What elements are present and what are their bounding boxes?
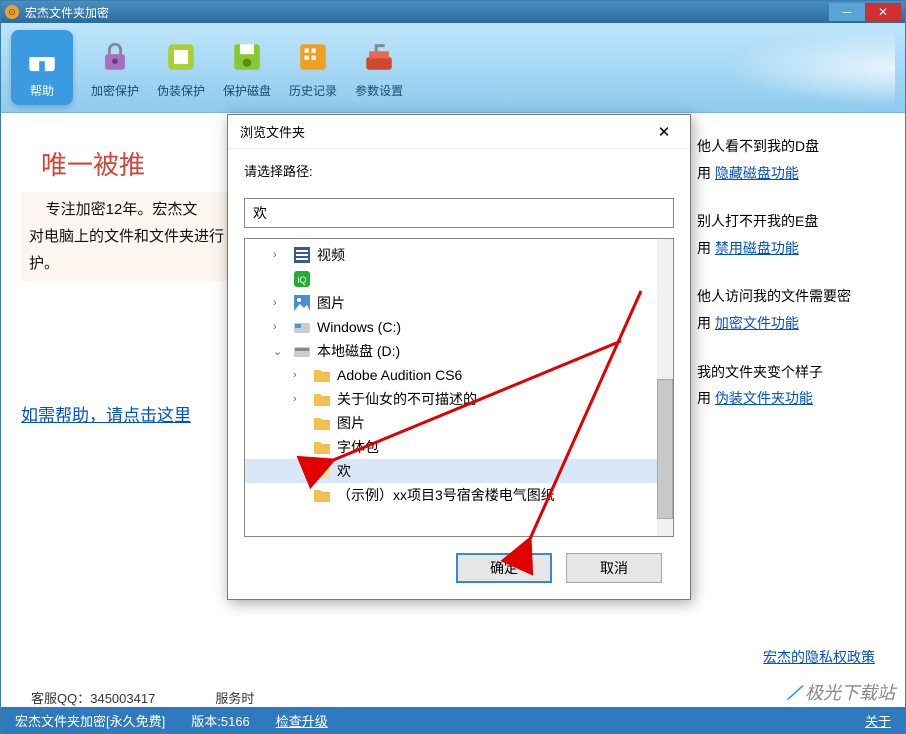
home-icon (21, 36, 63, 78)
tree-item-4[interactable]: ⌄ 本地磁盘 (D:) (245, 339, 673, 363)
path-input[interactable] (244, 198, 674, 228)
history-icon (292, 36, 334, 78)
dialog-titlebar: 浏览文件夹 ✕ (228, 115, 690, 149)
tree-label: 视频 (317, 245, 345, 265)
toolbar-settings[interactable]: 参数设置 (355, 36, 403, 99)
tree-item-1[interactable]: iQ (245, 267, 673, 291)
tree-item-5[interactable]: › Adobe Audition CS6 (245, 363, 673, 387)
tree-label: 字体包 (337, 437, 379, 457)
expand-icon[interactable]: › (273, 249, 287, 261)
tree-item-9[interactable]: 欢 (245, 459, 673, 483)
tree-item-10[interactable]: （示例）xx项目3号宿舍楼电气图纸 (245, 483, 673, 507)
folder-open-icon (313, 463, 331, 479)
tip-link-1[interactable]: 禁用磁盘功能 (715, 240, 799, 256)
expand-icon[interactable]: › (273, 321, 287, 333)
lock-icon (94, 36, 136, 78)
expand-icon[interactable]: › (293, 393, 307, 405)
toolbar-disguise[interactable]: 伪装保护 (157, 36, 205, 99)
tip-item-1: 别人打不开我的E盘用 禁用磁盘功能 (697, 208, 893, 261)
check-update-link[interactable]: 检查升级 (276, 711, 328, 730)
folder-icon (313, 391, 331, 407)
scrollbar-thumb[interactable] (657, 379, 673, 519)
app-icon: ⊙ (5, 5, 19, 19)
expand-icon[interactable]: ⌄ (273, 345, 287, 358)
dialog-close-button[interactable]: ✕ (650, 120, 678, 144)
settings-icon (358, 36, 400, 78)
tip-item-3: 我的文件夹变个样子用 伪装文件夹功能 (697, 359, 893, 412)
sb-app: 宏杰文件夹加密[永久免费] (15, 711, 165, 730)
privacy-link[interactable]: 宏杰的隐私权政策 (763, 647, 875, 667)
toolbar: 帮助 加密保护 伪装保护 保护磁盘 历史记录 参数设置 (1, 23, 905, 113)
tree-label: （示例）xx项目3号宿舍楼电气图纸 (337, 485, 555, 505)
tree-item-3[interactable]: › Windows (C:) (245, 315, 673, 339)
video-icon (293, 247, 311, 263)
sidebar-tips: 他人看不到我的D盘用 隐藏磁盘功能别人打不开我的E盘用 禁用磁盘功能他人访问我的… (685, 113, 905, 707)
service-time: 服务时 (215, 688, 254, 707)
svg-text:iQ: iQ (298, 275, 307, 285)
folder-icon (313, 487, 331, 503)
toolbar-home[interactable]: 帮助 (11, 30, 73, 105)
footer: 客服QQ：345003417 服务时 (31, 688, 885, 707)
tree-item-6[interactable]: › 关于仙女的不可描述的 (245, 387, 673, 411)
tip-link-3[interactable]: 伪装文件夹功能 (715, 390, 813, 406)
cancel-button[interactable]: 取消 (566, 553, 662, 583)
iqiyi-icon: iQ (293, 271, 311, 287)
tree-item-2[interactable]: › 图片 (245, 291, 673, 315)
folder-icon (313, 415, 331, 431)
toolbar-label: 帮助 (30, 82, 54, 99)
pic-icon (293, 295, 311, 311)
tree-label: 本地磁盘 (D:) (317, 341, 400, 361)
tree-item-0[interactable]: › 视频 (245, 243, 673, 267)
sb-version: 版本:5166 (191, 711, 250, 730)
about-link[interactable]: 关于 (865, 711, 891, 730)
ok-button[interactable]: 确定 (456, 553, 552, 583)
toolbar-label: 伪装保护 (157, 82, 205, 99)
toolbar-label: 历史记录 (289, 82, 337, 99)
folder-icon (313, 367, 331, 383)
tree-label: 图片 (337, 413, 365, 433)
tip-link-0[interactable]: 隐藏磁盘功能 (715, 165, 799, 181)
toolbar-history[interactable]: 历史记录 (289, 36, 337, 99)
window-title: 宏杰文件夹加密 (25, 4, 109, 21)
dialog-buttons: 确定 取消 (244, 537, 674, 599)
dialog-prompt: 请选择路径: (244, 161, 674, 180)
folder-tree[interactable]: › 视频 iQ › 图片 › Windows (C:) ⌄ 本地磁盘 (D:) › Adobe Au… (244, 238, 674, 537)
disguise-icon (160, 36, 202, 78)
dialog-title: 浏览文件夹 (240, 122, 305, 141)
tree-label: 关于仙女的不可描述的 (337, 389, 477, 409)
dialog-body: 请选择路径: › 视频 iQ › 图片 › Windows (C:) ⌄ 本地磁盘 (D:) › A… (228, 149, 690, 599)
tree-label: 图片 (317, 293, 345, 313)
toolbar-disk[interactable]: 保护磁盘 (223, 36, 271, 99)
service-qq: 客服QQ：345003417 (31, 688, 155, 707)
winc-icon (293, 319, 311, 335)
statusbar: 宏杰文件夹加密[永久免费] 版本:5166 检查升级 关于 (1, 707, 905, 733)
minimize-button[interactable]: ─ (829, 3, 865, 21)
close-button[interactable]: ✕ (865, 3, 901, 21)
toolbar-label: 加密保护 (91, 82, 139, 99)
tree-label: 欢 (337, 461, 351, 481)
tree-label: Windows (C:) (317, 319, 401, 335)
tree-item-7[interactable]: 图片 (245, 411, 673, 435)
app-window: ⊙ 宏杰文件夹加密 ─ ✕ 帮助加密保护伪装保护保护磁盘历史记录参数设置 唯一被… (0, 0, 906, 734)
expand-icon[interactable]: › (273, 297, 287, 309)
tree-scrollbar[interactable] (657, 239, 673, 536)
window-controls: ─ ✕ (829, 3, 901, 21)
watermark: ⟋ 极光下载站 (787, 679, 895, 705)
toolbar-lock[interactable]: 加密保护 (91, 36, 139, 99)
toolbar-label: 参数设置 (355, 82, 403, 99)
folder-icon (313, 439, 331, 455)
toolbar-label: 保护磁盘 (223, 82, 271, 99)
tip-item-2: 他人访问我的文件需要密用 加密文件功能 (697, 283, 893, 336)
disk-icon (226, 36, 268, 78)
tip-item-0: 他人看不到我的D盘用 隐藏磁盘功能 (697, 133, 893, 186)
titlebar: ⊙ 宏杰文件夹加密 ─ ✕ (1, 1, 905, 23)
tip-link-2[interactable]: 加密文件功能 (715, 315, 799, 331)
tree-item-8[interactable]: 字体包 (245, 435, 673, 459)
tree-label: Adobe Audition CS6 (337, 367, 462, 383)
browse-folder-dialog: 浏览文件夹 ✕ 请选择路径: › 视频 iQ › 图片 › Windows (C:) ⌄ 本地磁… (227, 114, 691, 600)
diskd-icon (293, 343, 311, 359)
expand-icon[interactable]: › (293, 369, 307, 381)
